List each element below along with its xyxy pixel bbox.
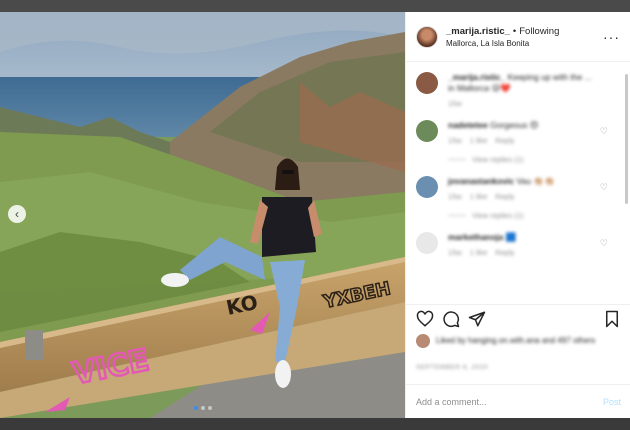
reply-button[interactable]: Reply — [495, 136, 514, 145]
comments-list[interactable]: _marija.ristic_ Keeping up with the ... … — [406, 62, 630, 304]
share-send-icon[interactable] — [468, 310, 486, 328]
avatar[interactable] — [416, 120, 438, 142]
comment-item: nadetetee Gorgeous 😍 15w 1 like Reply Vi… — [416, 120, 620, 164]
comment-item: jovanastankovic Vau 👏🏼👏🏼 15w 1 like Repl… — [416, 176, 620, 220]
previous-photo-button[interactable]: ‹ — [8, 205, 26, 223]
comment-likes[interactable]: 1 like — [470, 248, 488, 257]
reply-button[interactable]: Reply — [495, 248, 514, 257]
graffiti-right: YXBEH — [321, 278, 393, 313]
view-replies[interactable]: View replies (1) — [448, 155, 598, 164]
graffiti-middle: KO — [224, 290, 260, 320]
more-options-icon[interactable]: ··· — [603, 29, 620, 45]
comment-time: 15w — [448, 136, 462, 145]
following-button[interactable]: Following — [519, 26, 559, 37]
like-heart-icon[interactable] — [416, 310, 434, 328]
comment-item: markethanoja 🟦 15w 1 like Reply ♡ — [416, 232, 620, 257]
scrollbar[interactable] — [625, 74, 628, 204]
comment-text: jovanastankovic Vau 👏🏼👏🏼 — [448, 176, 598, 187]
post-date: SEPTEMBER 6, 2020 — [416, 364, 489, 371]
comment-text: nadetetee Gorgeous 😍 — [448, 120, 598, 131]
comment-text: _marija.ristic_ Keeping up with the ... … — [448, 72, 598, 94]
carousel-dots — [193, 406, 212, 410]
avatar[interactable] — [416, 232, 438, 254]
comment-body: jovanastankovic Vau 👏🏼👏🏼 15w 1 like Repl… — [448, 176, 598, 220]
heart-icon[interactable]: ♡ — [600, 126, 608, 137]
post-modal: VICE KO YXBEH ‹ _marija.ristic_ • Follow… — [0, 12, 630, 418]
add-comment-bar: Post — [406, 384, 630, 418]
bookmark-icon[interactable] — [603, 310, 621, 328]
comment-meta: 15w 1 like Reply — [448, 192, 598, 201]
reply-button[interactable]: Reply — [495, 192, 514, 201]
comment-item: _marija.ristic_ Keeping up with the ... … — [416, 72, 620, 108]
likes-text[interactable]: Liked by hanging.on.with.ana and 497 oth… — [436, 336, 606, 346]
graffiti-left: VICE — [70, 343, 152, 392]
post-side-panel: _marija.ristic_ • Following Mallorca, La… — [405, 12, 630, 418]
heart-icon[interactable]: ♡ — [600, 182, 608, 193]
comment-username[interactable]: nadetetee — [448, 120, 488, 130]
post-photo[interactable]: VICE KO YXBEH ‹ — [0, 12, 405, 418]
post-header: _marija.ristic_ • Following Mallorca, La… — [406, 12, 630, 62]
comment-input[interactable] — [416, 396, 603, 407]
location-link[interactable]: Mallorca, La Isla Bonita — [446, 39, 603, 48]
comment-username[interactable]: markethanoja — [448, 232, 503, 242]
carousel-dot — [193, 406, 198, 410]
comment-content: 🟦 — [505, 232, 517, 242]
chevron-left-icon: ‹ — [15, 207, 19, 221]
action-bar — [406, 304, 630, 332]
comment-body: markethanoja 🟦 15w 1 like Reply — [448, 232, 598, 257]
carousel-dot — [200, 406, 205, 410]
avatar — [416, 334, 430, 348]
comment-time: 15w — [448, 99, 462, 108]
separator: • — [512, 25, 517, 37]
comment-likes[interactable]: 1 like — [470, 192, 488, 201]
comment-bubble-icon[interactable] — [442, 310, 460, 328]
view-replies-label[interactable]: View replies (1) — [472, 155, 524, 164]
heart-icon[interactable]: ♡ — [600, 238, 608, 249]
header-line: _marija.ristic_ • Following — [446, 26, 603, 37]
author-username[interactable]: _marija.ristic_ — [446, 26, 510, 37]
comment-time: 15w — [448, 192, 462, 201]
graffiti-layer: VICE KO YXBEH — [45, 277, 393, 412]
bottom-bar — [0, 418, 630, 430]
top-bar — [0, 0, 630, 12]
likes-summary[interactable]: Liked by hanging.on.with.ana and 497 oth… — [416, 334, 606, 348]
post-button[interactable]: Post — [603, 397, 621, 407]
header-text: _marija.ristic_ • Following Mallorca, La… — [446, 26, 603, 48]
comment-meta: 15w — [448, 99, 598, 108]
avatar[interactable] — [416, 176, 438, 198]
comment-body: _marija.ristic_ Keeping up with the ... … — [448, 72, 598, 108]
avatar[interactable] — [416, 72, 438, 94]
comment-time: 15w — [448, 248, 462, 257]
comment-likes[interactable]: 1 like — [470, 136, 488, 145]
comment-content: Vau 👏🏼👏🏼 — [516, 176, 555, 186]
comment-meta: 15w 1 like Reply — [448, 136, 598, 145]
carousel-dot — [207, 406, 212, 410]
view-replies-label[interactable]: View replies (1) — [472, 211, 524, 220]
comment-username[interactable]: _marija.ristic_ — [448, 72, 505, 82]
comment-username[interactable]: jovanastankovic — [448, 176, 514, 186]
comment-content: Gorgeous 😍 — [490, 120, 539, 130]
comment-body: nadetetee Gorgeous 😍 15w 1 like Reply Vi… — [448, 120, 598, 164]
comment-meta: 15w 1 like Reply — [448, 248, 598, 257]
comment-text: markethanoja 🟦 — [448, 232, 598, 243]
avatar[interactable] — [416, 25, 438, 48]
view-replies[interactable]: View replies (1) — [448, 211, 598, 220]
